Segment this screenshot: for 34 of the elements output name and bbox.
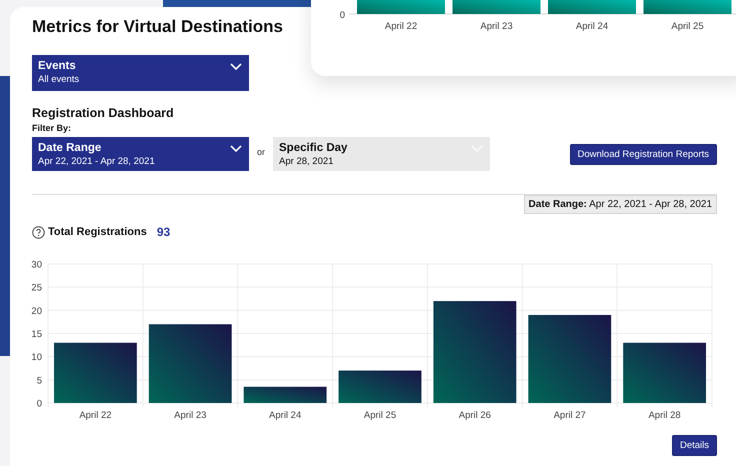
x-axis-label: April 24 bbox=[269, 410, 302, 421]
y-axis-label: 20 bbox=[31, 306, 42, 317]
y-axis-label: 30 bbox=[31, 260, 42, 270]
x-axis-label: April 22 bbox=[384, 21, 418, 32]
x-axis-label: April 23 bbox=[480, 21, 513, 32]
or-label: or bbox=[257, 147, 266, 157]
help-icon[interactable] bbox=[32, 226, 45, 238]
y-axis-label: 5 bbox=[36, 375, 42, 386]
events-dropdown[interactable]: Events All events bbox=[32, 55, 249, 91]
x-axis-label: April 25 bbox=[364, 410, 396, 421]
total-label: Total Registrations bbox=[48, 226, 147, 238]
filter-dropdown[interactable]: Specific Day Apr 28, 2021 bbox=[273, 137, 490, 171]
section-title: Registration Dashboard bbox=[32, 106, 175, 120]
x-axis-label: April 25 bbox=[671, 21, 704, 32]
y-axis-label: 25 bbox=[31, 282, 42, 294]
x-axis-label: April 24 bbox=[576, 21, 608, 32]
y-axis-label: 10 bbox=[31, 352, 42, 364]
x-axis-label: April 27 bbox=[554, 410, 586, 421]
chevron-down-icon bbox=[230, 145, 242, 152]
total-value: 93 bbox=[156, 225, 170, 239]
filter-label: Filter By: bbox=[32, 123, 72, 133]
y-axis-label: 15 bbox=[31, 329, 42, 340]
y-axis-label: 0 bbox=[36, 398, 42, 410]
chevron-down-icon bbox=[230, 63, 242, 70]
x-axis-label: April 22 bbox=[79, 410, 112, 421]
y-axis-label: 0 bbox=[340, 10, 345, 21]
x-axis-label: April 28 bbox=[648, 410, 681, 421]
filter-dropdown[interactable]: Date Range Apr 22, 2021 - Apr 28, 2021 bbox=[32, 137, 249, 171]
x-axis-label: April 23 bbox=[174, 410, 206, 421]
date-range-badge: Date Range: Apr 22, 2021 - Apr 28, 2021 bbox=[524, 195, 717, 214]
page-title: Metrics for Virtual Destinations bbox=[32, 17, 283, 38]
details-button[interactable]: Details bbox=[672, 435, 717, 456]
download-reports-button[interactable]: Download Registration Reports bbox=[570, 144, 717, 165]
x-axis-label: April 26 bbox=[458, 410, 491, 421]
